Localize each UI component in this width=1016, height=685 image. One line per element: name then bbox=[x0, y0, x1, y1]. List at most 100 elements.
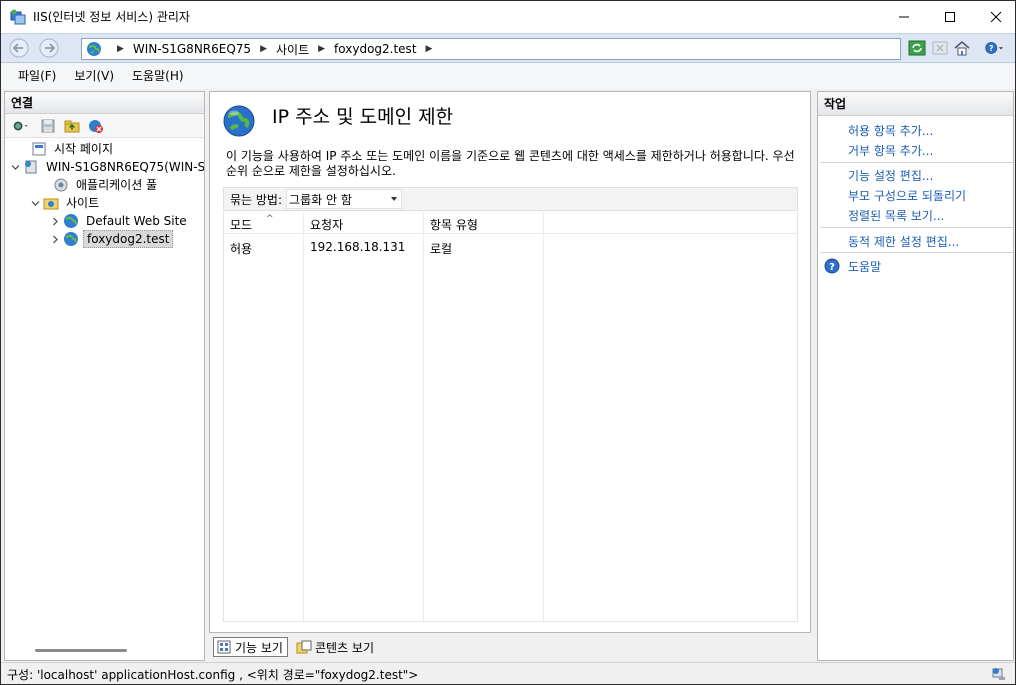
connections-toolbar bbox=[5, 114, 204, 138]
title-bar: IIS(인터넷 정보 서비스) 관리자 bbox=[1, 1, 1015, 33]
address-bar: ▶ WIN-S1G8NR6EQ75 ▶ 사이트 ▶ foxydog2.test … bbox=[1, 33, 1015, 63]
tree-item-app-pools[interactable]: 애플리케이션 풀 bbox=[5, 176, 204, 194]
breadcrumb-separator: ▶ bbox=[260, 44, 267, 54]
minimize-button[interactable] bbox=[881, 1, 927, 33]
tree-label-foxydog2-site: foxydog2.test bbox=[83, 230, 174, 248]
refresh-icon bbox=[908, 40, 926, 56]
group-by-dropdown[interactable]: 그룹화 안 함 bbox=[286, 189, 403, 209]
features-view-icon bbox=[217, 640, 231, 654]
status-text: 구성: 'localhost' applicationHost.config ,… bbox=[7, 668, 419, 682]
divider bbox=[820, 162, 1013, 163]
tab-features-view[interactable]: 기능 보기 bbox=[213, 637, 288, 657]
menu-bar: 파일(F) 보기(V) 도움말(H) bbox=[1, 63, 1015, 89]
forward-arrow-icon bbox=[39, 38, 59, 58]
cell-entry-type: 로컬 bbox=[430, 242, 453, 256]
column-header-requester[interactable]: 요청자 bbox=[310, 216, 343, 233]
breadcrumb-site[interactable]: foxydog2.test bbox=[334, 42, 416, 56]
help-icon: ? bbox=[824, 258, 840, 274]
divider bbox=[820, 227, 1013, 228]
page-title: IP 주소 및 도메인 제한 bbox=[272, 106, 454, 128]
close-icon bbox=[990, 11, 1002, 23]
tree-item-default-site[interactable]: Default Web Site bbox=[5, 212, 204, 230]
tree-label-sites: 사이트 bbox=[66, 196, 100, 210]
stop-button[interactable] bbox=[931, 39, 949, 57]
maximize-icon bbox=[945, 12, 955, 22]
refresh-button[interactable] bbox=[908, 39, 926, 57]
column-header-entry-type[interactable]: 항목 유형 bbox=[430, 216, 478, 233]
globe-icon bbox=[87, 42, 101, 56]
connections-panel: 연결 시작 페이지 WIN-S1G8NR6EQ75(WIN-S1G 애플리케이션… bbox=[4, 91, 205, 661]
folder-up-icon bbox=[64, 120, 80, 132]
tab-content-view[interactable]: 콘텐츠 보기 bbox=[294, 637, 378, 657]
sites-folder-icon bbox=[43, 198, 59, 210]
tree-item-foxydog2-site[interactable]: foxydog2.test bbox=[5, 230, 204, 248]
group-by-value: 그룹화 안 함 bbox=[289, 192, 352, 207]
action-revert-to-parent[interactable]: 부모 구성으로 되돌리기 bbox=[848, 187, 966, 204]
action-view-ordered-list[interactable]: 정렬된 목록 보기... bbox=[848, 207, 944, 224]
menu-file[interactable]: 파일(F) bbox=[11, 63, 63, 89]
collapse-chevron-icon[interactable] bbox=[9, 161, 21, 173]
maximize-button[interactable] bbox=[927, 1, 973, 33]
iis-manager-window: IIS(인터넷 정보 서비스) 관리자 ▶ WIN-S1G8NR6EQ75 ▶ … bbox=[0, 0, 1016, 685]
ip-restrictions-globe-icon bbox=[223, 105, 255, 137]
close-button[interactable] bbox=[973, 1, 1015, 33]
address-field[interactable]: ▶ WIN-S1G8NR6EQ75 ▶ 사이트 ▶ foxydog2.test … bbox=[81, 38, 901, 60]
group-by-label: 묶는 방법: bbox=[230, 192, 283, 207]
minimize-icon bbox=[899, 16, 909, 18]
connections-tree: 시작 페이지 WIN-S1G8NR6EQ75(WIN-S1G8NR6EQ75\A… bbox=[5, 138, 204, 248]
disconnect-icon bbox=[89, 119, 103, 133]
tree-label-app-pools: 애플리케이션 풀 bbox=[76, 178, 158, 192]
view-tabs: 기능 보기 콘텐츠 보기 bbox=[213, 635, 378, 659]
start-page-icon bbox=[32, 142, 46, 156]
back-button[interactable] bbox=[7, 37, 31, 59]
content-view-icon bbox=[296, 640, 312, 654]
divider bbox=[820, 252, 1013, 253]
action-add-allow-entry[interactable]: 허용 항목 추가... bbox=[848, 122, 933, 139]
svg-text:?: ? bbox=[989, 44, 993, 53]
expand-chevron-icon[interactable] bbox=[49, 233, 61, 245]
save-icon bbox=[41, 119, 55, 132]
tree-item-sites[interactable]: 사이트 bbox=[5, 194, 204, 212]
connections-header: 연결 bbox=[5, 92, 204, 114]
app-pool-icon bbox=[54, 178, 68, 192]
breadcrumb-separator: ▶ bbox=[425, 44, 433, 54]
action-help[interactable]: 도움말 bbox=[848, 258, 881, 275]
expand-chevron-icon[interactable] bbox=[49, 215, 61, 227]
tab-features-label: 기능 보기 bbox=[235, 640, 283, 655]
network-status-icon bbox=[992, 668, 1005, 680]
delete-connection-button[interactable] bbox=[86, 117, 106, 135]
collapse-chevron-icon[interactable] bbox=[29, 197, 41, 209]
up-folder-button[interactable] bbox=[62, 117, 82, 135]
action-edit-feature-settings[interactable]: 기능 설정 편집... bbox=[848, 167, 933, 184]
action-add-deny-entry[interactable]: 거부 항목 추가... bbox=[848, 142, 933, 159]
help-menu-button[interactable]: ? bbox=[981, 39, 1007, 57]
status-bar: 구성: 'localhost' applicationHost.config ,… bbox=[1, 662, 1015, 684]
menu-view[interactable]: 보기(V) bbox=[67, 63, 121, 89]
forward-button[interactable] bbox=[37, 37, 61, 59]
tree-item-server[interactable]: WIN-S1G8NR6EQ75(WIN-S1G8NR6EQ75\Administ… bbox=[5, 158, 204, 176]
menu-help[interactable]: 도움말(H) bbox=[125, 63, 191, 89]
list-header: 모드 ^ 요청자 항목 유형 bbox=[224, 212, 797, 234]
action-edit-dynamic-restrictions[interactable]: 동적 제한 설정 편집... bbox=[848, 233, 959, 250]
save-connections-button[interactable] bbox=[38, 117, 58, 135]
cell-requester: 192.168.18.131 bbox=[310, 240, 406, 254]
site-globe-icon bbox=[64, 214, 78, 228]
window-title: IIS(인터넷 정보 서비스) 관리자 bbox=[33, 10, 190, 24]
breadcrumb-sites[interactable]: 사이트 bbox=[276, 41, 309, 58]
home-button[interactable] bbox=[953, 39, 971, 57]
help-icon: ? bbox=[985, 42, 1003, 54]
iis-app-icon bbox=[10, 9, 26, 25]
column-header-mode[interactable]: 모드 ^ bbox=[230, 214, 274, 233]
connect-button[interactable] bbox=[8, 117, 34, 135]
horizontal-scrollbar[interactable] bbox=[35, 649, 127, 652]
breadcrumb-server[interactable]: WIN-S1G8NR6EQ75 bbox=[133, 42, 251, 56]
actions-panel: 작업 허용 항목 추가... 거부 항목 추가... 기능 설정 편집... 부… bbox=[817, 91, 1014, 661]
breadcrumb-separator: ▶ bbox=[117, 44, 124, 54]
group-by-bar: 묶는 방법: 그룹화 안 함 bbox=[223, 187, 798, 211]
tree-label-start-page: 시작 페이지 bbox=[54, 142, 114, 156]
tree-label-default-site: Default Web Site bbox=[86, 214, 187, 228]
actions-header: 작업 bbox=[818, 92, 1013, 116]
site-globe-icon bbox=[64, 232, 78, 246]
home-icon bbox=[954, 41, 970, 56]
tree-item-start-page[interactable]: 시작 페이지 bbox=[5, 140, 204, 158]
